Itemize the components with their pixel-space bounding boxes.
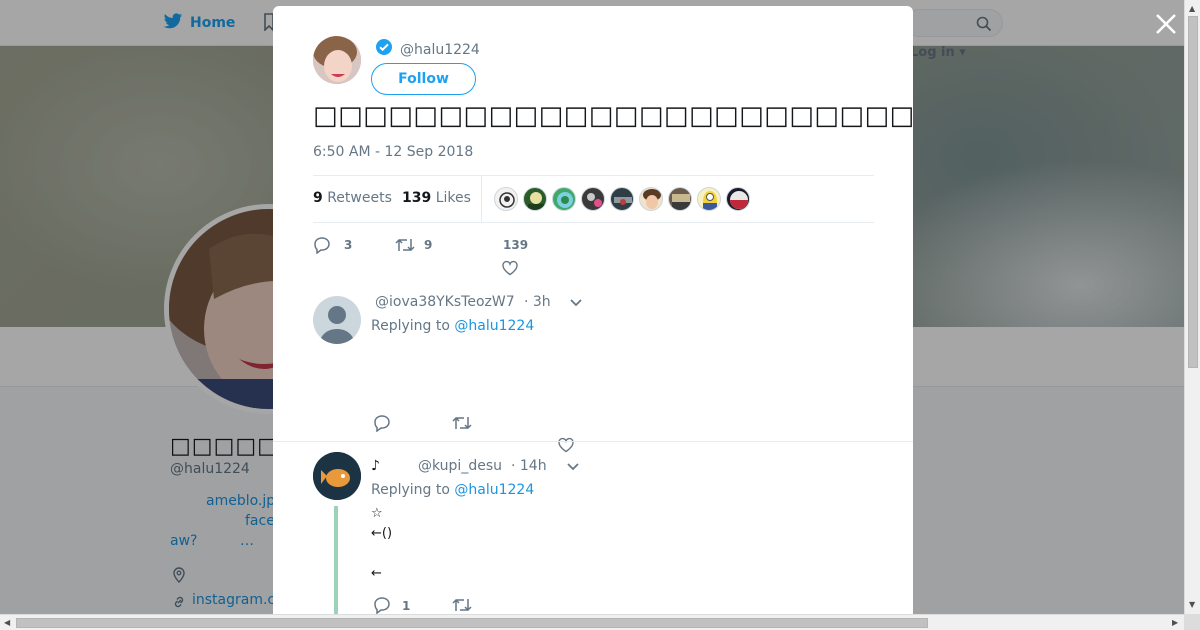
heart-icon[interactable] [501, 259, 519, 277]
liker-avatar[interactable] [697, 187, 721, 211]
reply-text-line: ← [371, 566, 382, 581]
replying-prefix: Replying to [371, 482, 450, 498]
retweet-count: 9 [424, 238, 433, 252]
close-icon[interactable] [1154, 12, 1178, 36]
reply-avatar[interactable] [313, 452, 361, 500]
reply-time[interactable]: · 14h [511, 458, 547, 474]
liker-avatar[interactable] [610, 187, 634, 211]
tweet-author-avatar-photo [313, 36, 361, 84]
reply-avatar-photo [313, 452, 361, 500]
horizontal-scroll-thumb[interactable] [16, 618, 928, 628]
tweet-modal: @halu1224 Follow □□□□□□□□□□□□□□□□□□□□□□□… [273, 6, 913, 614]
reply-handle[interactable]: @kupi_desu [418, 458, 502, 474]
stats-divider [481, 176, 482, 222]
liker-avatar[interactable] [668, 187, 692, 211]
replying-prefix: Replying to [371, 318, 450, 334]
replying-to-link[interactable]: @halu1224 [454, 318, 534, 334]
liker-avatar[interactable] [552, 187, 576, 211]
default-avatar-icon [319, 306, 355, 344]
reply-name[interactable]: ♪ [371, 458, 380, 474]
retweet-icon[interactable] [452, 596, 472, 614]
scroll-up-arrow-icon[interactable]: ▲ [1189, 4, 1195, 13]
liker-avatar[interactable] [494, 187, 518, 211]
reply-item[interactable]: ♪ @kupi_desu · 14h Replying to @halu1224… [273, 442, 913, 614]
scroll-left-arrow-icon[interactable]: ◀ [4, 618, 10, 627]
reply-icon[interactable] [373, 414, 391, 432]
verified-badge-icon [376, 39, 392, 55]
like-count: 139 [503, 238, 529, 252]
chevron-down-icon[interactable] [570, 299, 582, 307]
liker-avatar[interactable] [523, 187, 547, 211]
liker-avatar[interactable] [581, 187, 605, 211]
replying-to: Replying to @halu1224 [371, 318, 534, 334]
reply-text-line: ←() [371, 526, 393, 541]
replying-to: Replying to @halu1224 [371, 482, 534, 498]
retweet-icon[interactable] [395, 236, 415, 254]
vertical-scrollbar[interactable]: ▲ ▼ [1184, 0, 1200, 614]
reply-count: 3 [344, 238, 353, 252]
retweet-icon[interactable] [452, 414, 472, 432]
chevron-down-icon[interactable] [567, 463, 579, 471]
tweet-author-handle[interactable]: @halu1224 [400, 42, 480, 58]
likes-label: Likes [435, 190, 471, 206]
liker-avatar[interactable] [639, 187, 663, 211]
tweet-timestamp[interactable]: 6:50 AM - 12 Sep 2018 [313, 144, 473, 160]
reply-item[interactable]: @iova38YKsTeozW7 · 3h Replying to @halu1… [273, 286, 913, 453]
vertical-scroll-thumb[interactable] [1188, 16, 1198, 368]
scroll-right-arrow-icon[interactable]: ▶ [1172, 618, 1178, 627]
reply-text-line: ☆ [371, 506, 383, 521]
reply-icon[interactable] [313, 236, 331, 254]
tweet-actions: 3 9 139 [313, 236, 873, 276]
retweets-stat[interactable]: 9 Retweets [313, 190, 392, 206]
tweet-author-avatar[interactable] [313, 36, 361, 84]
tweet-text: □□□□□□□□□□□□□□□□□□□□□□□□□□□? □□□□□□□□□□□… [313, 101, 913, 131]
scrollbar-corner [1184, 614, 1200, 630]
retweets-label: Retweets [327, 190, 392, 206]
follow-button[interactable]: Follow [371, 63, 476, 95]
retweets-count: 9 [313, 190, 323, 206]
likes-stat[interactable]: 139 Likes [402, 190, 471, 206]
thread-line [334, 506, 338, 614]
likes-count: 139 [402, 190, 432, 206]
replying-to-link[interactable]: @halu1224 [454, 482, 534, 498]
reply-avatar[interactable] [313, 296, 361, 344]
liker-avatar[interactable] [726, 187, 750, 211]
reply-time[interactable]: · 3h [524, 294, 551, 310]
reply-icon[interactable] [373, 596, 391, 614]
tweet-stats: 9 Retweets 139 Likes [313, 175, 874, 223]
scroll-down-arrow-icon[interactable]: ▼ [1189, 600, 1195, 609]
reply-handle[interactable]: @iova38YKsTeozW7 [375, 294, 515, 310]
reply-count: 1 [402, 599, 411, 613]
horizontal-scrollbar[interactable]: ◀ ▶ [0, 614, 1184, 630]
